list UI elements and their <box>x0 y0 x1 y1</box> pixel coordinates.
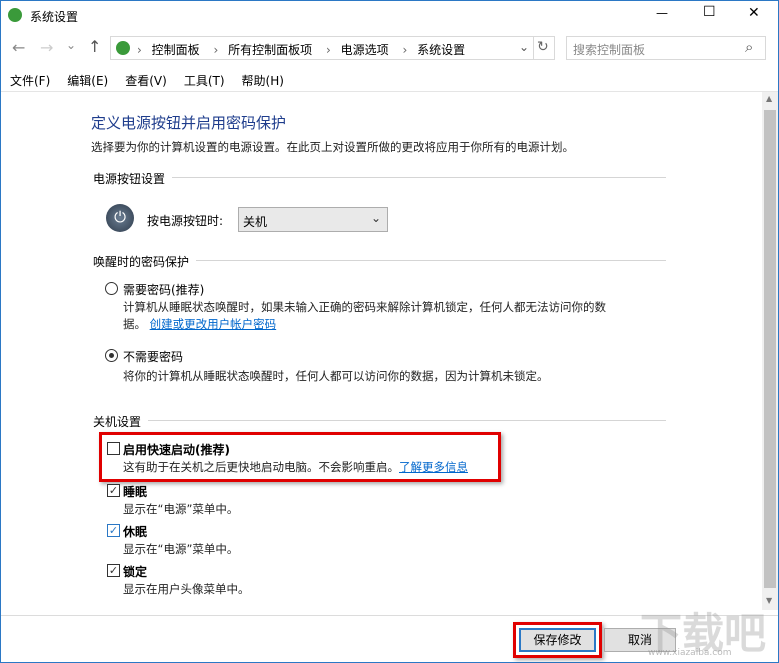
sleep-checkbox[interactable]: ✓ <box>107 484 120 497</box>
lock-desc: 显示在用户头像菜单中。 <box>123 582 250 596</box>
power-button-select[interactable]: 关机 ⌄ <box>238 207 388 232</box>
app-icon <box>8 8 22 22</box>
hibernate-checkbox[interactable]: ✓ <box>107 524 120 537</box>
search-placeholder: 搜索控制面板 <box>573 43 646 57</box>
fast-startup-label: 启用快速启动(推荐) <box>123 443 230 457</box>
menu-view[interactable]: 查看(V) <box>125 72 167 89</box>
menu-file[interactable]: 文件(F) <box>10 72 50 89</box>
control-panel-icon <box>116 41 130 55</box>
search-input[interactable]: 搜索控制面板 ⌕ <box>566 36 766 60</box>
page-title: 定义电源按钮并启用密码保护 <box>91 114 287 132</box>
option-label: 需要密码(推荐) <box>123 283 205 297</box>
option-label: 不需要密码 <box>123 350 184 364</box>
separator-icon: › <box>402 43 408 57</box>
watermark-url: www.xiazaiba.com <box>648 648 732 658</box>
lock-checkbox[interactable]: ✓ <box>107 564 120 577</box>
power-icon: ⏻ <box>106 204 134 232</box>
section-password: 唤醒时的密码保护 <box>93 255 190 269</box>
window-title: 系统设置 <box>30 10 79 24</box>
chevron-down-icon: ⌄ <box>371 211 382 225</box>
hibernate-label: 休眠 <box>123 525 148 539</box>
scroll-down-icon[interactable]: ▼ <box>766 596 772 605</box>
page-description: 选择要为你的计算机设置的电源设置。在此页上对设置所做的更改将应用于你所有的电源计… <box>91 140 574 154</box>
section-shutdown: 关机设置 <box>93 415 142 429</box>
separator-icon: › <box>213 43 219 57</box>
breadcrumb-item[interactable]: 系统设置 <box>417 43 465 57</box>
fast-startup-checkbox[interactable] <box>107 442 120 455</box>
maximize-button[interactable]: ☐ <box>703 4 716 20</box>
back-button[interactable]: ← <box>12 38 25 57</box>
menu-tools[interactable]: 工具(T) <box>184 72 225 89</box>
menu-edit[interactable]: 编辑(E) <box>67 72 108 89</box>
search-icon: ⌕ <box>745 38 754 56</box>
scroll-thumb[interactable] <box>764 110 776 588</box>
menu-bar: 文件(F) 编辑(E) 查看(V) 工具(T) 帮助(H) <box>10 72 284 89</box>
recent-dropdown[interactable]: ⌄ <box>66 38 76 52</box>
lock-label: 锁定 <box>123 565 148 579</box>
sleep-desc: 显示在“电源”菜单中。 <box>123 502 239 516</box>
change-password-link[interactable]: 创建或更改用户帐户密码 <box>150 317 277 331</box>
address-dropdown-icon[interactable]: ⌄ <box>519 40 529 54</box>
up-button[interactable]: ↑ <box>88 37 101 56</box>
radio-require-password[interactable] <box>105 282 118 295</box>
refresh-icon[interactable]: ↻ <box>537 39 549 55</box>
hibernate-desc: 显示在“电源”菜单中。 <box>123 542 239 556</box>
scroll-up-icon[interactable]: ▲ <box>766 94 772 103</box>
sleep-label: 睡眠 <box>123 485 148 499</box>
address-bar[interactable]: › 控制面板 › 所有控制面板项 › 电源选项 › 系统设置 ⌄ ↻ <box>110 36 555 60</box>
separator-icon: › <box>137 43 142 57</box>
breadcrumb-item[interactable]: 所有控制面板项 <box>228 43 312 57</box>
power-button-label: 按电源按钮时: <box>147 214 224 228</box>
separator-icon: › <box>325 43 331 57</box>
breadcrumb-item[interactable]: 控制面板 <box>152 43 200 57</box>
minimize-button[interactable]: — <box>656 6 668 20</box>
forward-button[interactable]: → <box>40 38 53 57</box>
breadcrumb-item[interactable]: 电源选项 <box>341 43 389 57</box>
fast-startup-desc: 这有助于在关机之后更快地启动电脑。不会影响重启。了解更多信息 <box>123 460 468 474</box>
close-button[interactable]: ✕ <box>748 5 760 21</box>
section-power-button: 电源按钮设置 <box>93 172 166 186</box>
option-desc: 计算机从睡眠状态唤醒时，如果未输入正确的密码来解除计算机锁定，任何人都无法访问你… <box>123 300 606 314</box>
option-desc: 据。 创建或更改用户帐户密码 <box>123 317 277 331</box>
menu-help[interactable]: 帮助(H) <box>242 72 284 89</box>
learn-more-link[interactable]: 了解更多信息 <box>399 460 468 474</box>
select-value: 关机 <box>243 215 268 229</box>
save-button[interactable]: 保存修改 <box>519 628 596 652</box>
radio-no-password[interactable] <box>105 349 118 362</box>
option-desc: 将你的计算机从睡眠状态唤醒时，任何人都可以访问你的数据，因为计算机未锁定。 <box>123 369 549 383</box>
scrollbar[interactable]: ▲ ▼ <box>762 92 778 610</box>
